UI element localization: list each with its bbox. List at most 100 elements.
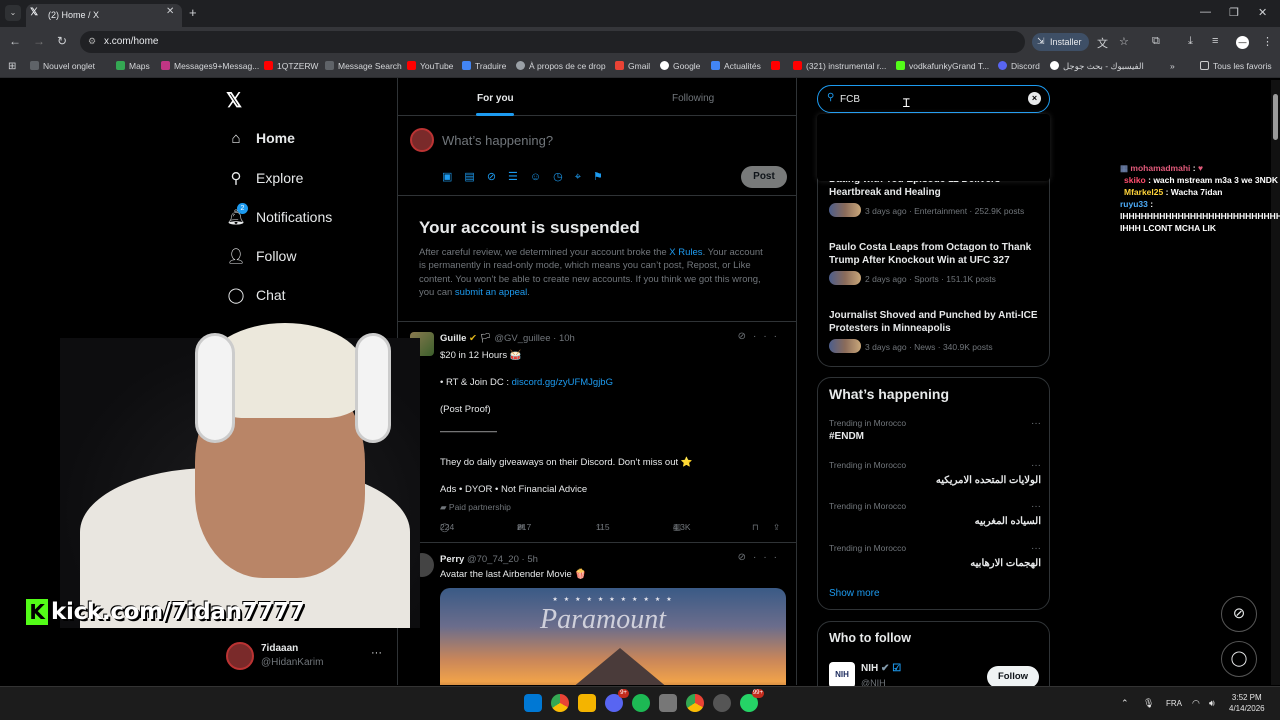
flag-icon[interactable]: ⚑: [593, 171, 615, 183]
bookmark-item[interactable]: Discord: [998, 61, 1040, 71]
bookmark-item[interactable]: Traduire: [462, 61, 506, 71]
bookmark-item[interactable]: (321) instrumental r...: [793, 61, 886, 71]
download-icon[interactable]: ⤓: [1188, 35, 1193, 48]
volume-icon[interactable]: 🔊︎: [1209, 698, 1215, 709]
news-item[interactable]: Journalist Shoved and Punched by Anti-IC…: [829, 309, 1041, 353]
author-handle[interactable]: @GV_guillee: [494, 333, 550, 344]
bookmark-item[interactable]: Messages9+Messag...: [161, 61, 259, 71]
file-explorer-icon[interactable]: [578, 694, 596, 712]
new-tab-icon[interactable]: +: [189, 5, 197, 20]
more-dots-icon[interactable]: ···: [753, 552, 784, 563]
clear-search-icon[interactable]: ×: [1028, 92, 1041, 105]
bookmark-item[interactable]: الفيسبوك - بحث جوجل: [1050, 61, 1144, 72]
show-more-link[interactable]: Show more: [829, 588, 880, 599]
trend-item[interactable]: Trending in Morocco السياده المغربيه ···: [829, 501, 1041, 531]
more-dots-icon[interactable]: ···: [1031, 543, 1041, 554]
schedule-icon[interactable]: ◷: [553, 171, 575, 183]
poll-icon[interactable]: ☰: [508, 171, 530, 183]
bookmark-item[interactable]: 1QTZERW: [264, 61, 318, 71]
grok-icon[interactable]: ⊘: [738, 331, 753, 342]
translate-icon[interactable]: 文: [1097, 35, 1108, 51]
grok-icon[interactable]: ⊘: [738, 552, 753, 563]
spotify-icon[interactable]: [632, 694, 650, 712]
avatar[interactable]: NIH: [829, 662, 855, 688]
bookmark-item[interactable]: À propos de ce drop: [516, 61, 606, 71]
clock[interactable]: 3:52 PM 4/14/2026: [1229, 692, 1265, 714]
tray-overflow-icon[interactable]: ⌃: [1121, 698, 1129, 709]
bookmark-item[interactable]: [771, 61, 784, 71]
tab-for-you[interactable]: For you: [477, 93, 514, 104]
nav-follow[interactable]: 👤︎ Follow: [226, 247, 296, 265]
tweet-time[interactable]: 10h: [559, 333, 575, 344]
messages-button[interactable]: ◯: [1221, 641, 1257, 677]
more-dots-icon[interactable]: ···: [1031, 418, 1041, 429]
bookmark-item[interactable]: vodkafunkyGrand T...: [896, 61, 989, 71]
restore-icon[interactable]: ❐: [1229, 6, 1239, 19]
tweet-time[interactable]: 5h: [527, 554, 538, 565]
browser-tab[interactable]: (2) Home / X: [26, 4, 182, 27]
address-bar[interactable]: ⚙ x.com/home: [80, 31, 1025, 53]
nav-explore[interactable]: ⚲ Explore: [226, 169, 304, 187]
all-bookmarks[interactable]: Tous les favoris: [1200, 61, 1272, 71]
x-rules-link[interactable]: X Rules: [669, 247, 702, 258]
more-dots-icon[interactable]: ···: [371, 647, 382, 659]
bookmark-item[interactable]: Gmail: [615, 61, 650, 71]
tweet-media-image[interactable]: ★★★★★★★★★★★ Paramount: [440, 588, 786, 685]
post-button[interactable]: Post: [741, 166, 787, 188]
bookmark-star-icon[interactable]: ☆: [1119, 35, 1129, 48]
trend-item[interactable]: Trending in Morocco #ENDM ···: [829, 418, 1041, 448]
more-bookmarks-icon[interactable]: »: [1170, 61, 1175, 71]
minimize-icon[interactable]: —: [1200, 6, 1211, 18]
start-icon[interactable]: [524, 694, 542, 712]
tab-following[interactable]: Following: [672, 93, 714, 104]
scrollbar-thumb[interactable]: [1273, 94, 1278, 140]
nav-chat[interactable]: ◯ Chat: [226, 286, 286, 304]
close-window-icon[interactable]: ✕: [1258, 6, 1267, 19]
menu-dots-icon[interactable]: ⋮: [1262, 35, 1273, 48]
app-icon[interactable]: [659, 694, 677, 712]
install-button[interactable]: ⇲ Installer: [1032, 33, 1089, 51]
share-icon[interactable]: ⇪: [773, 522, 780, 533]
bookmark-item[interactable]: Actualités: [711, 61, 761, 71]
wifi-icon[interactable]: ◠: [1192, 698, 1200, 709]
microphone-icon[interactable]: 🎙︎: [1143, 698, 1154, 709]
search-input[interactable]: ⚲ FCB ×: [817, 85, 1050, 113]
more-dots-icon[interactable]: ···: [753, 331, 784, 342]
trend-item[interactable]: Trending in Morocco الهجمات الارهابيه ···: [829, 543, 1041, 573]
emoji-icon[interactable]: ☺: [530, 171, 553, 183]
appeal-link[interactable]: submit an appeal: [455, 287, 527, 298]
chrome-icon[interactable]: [551, 694, 569, 712]
grok-icon[interactable]: ⊘: [487, 171, 508, 183]
bookmark-item[interactable]: Message Search: [325, 61, 402, 71]
extensions-icon[interactable]: ⧉: [1152, 35, 1160, 48]
bookmark-item[interactable]: Nouvel onglet: [30, 61, 95, 71]
author-handle[interactable]: @70_74_20: [467, 554, 519, 565]
gif-icon[interactable]: ▤: [464, 171, 486, 183]
whatsapp-icon[interactable]: 99+: [740, 689, 764, 712]
close-tab-icon[interactable]: ✕: [166, 6, 174, 17]
app-icon[interactable]: [713, 694, 731, 712]
tweet[interactable]: Guille ✔ 🏳︎ @GV_guillee · 10h ⊘··· $20 i…: [398, 322, 796, 543]
tab-groups-icon[interactable]: ≡: [1212, 35, 1218, 47]
follow-button[interactable]: Follow: [987, 666, 1039, 688]
more-dots-icon[interactable]: ···: [1031, 501, 1041, 512]
discord-icon[interactable]: 9+: [605, 689, 629, 712]
author-name[interactable]: Guille: [440, 333, 466, 344]
image-icon[interactable]: ▣: [442, 171, 464, 183]
bookmark-item[interactable]: YouTube: [407, 61, 453, 71]
discord-link[interactable]: discord.gg/zyUFMJgjbG: [512, 377, 613, 388]
grok-button[interactable]: ⊘: [1221, 596, 1257, 632]
location-icon[interactable]: ⌖: [575, 171, 593, 183]
forward-icon[interactable]: →: [33, 34, 45, 48]
chrome-icon[interactable]: [686, 694, 704, 712]
profile-avatar-icon[interactable]: —: [1236, 36, 1249, 49]
bookmark-item[interactable]: Maps: [116, 61, 150, 71]
news-item[interactable]: Paulo Costa Leaps from Octagon to Thank …: [829, 241, 1041, 285]
bookmark-item[interactable]: Google: [660, 61, 700, 71]
nav-notifications[interactable]: 🔔︎ 2 Notifications: [226, 203, 332, 226]
account-switcher[interactable]: 7idaaan @HidanKarim ···: [226, 640, 396, 674]
x-logo-icon[interactable]: 𝕏: [226, 88, 242, 113]
nav-home[interactable]: ⌂ Home: [226, 130, 294, 147]
reload-icon[interactable]: ↻: [57, 34, 67, 48]
apps-icon[interactable]: ⊞: [8, 61, 16, 72]
